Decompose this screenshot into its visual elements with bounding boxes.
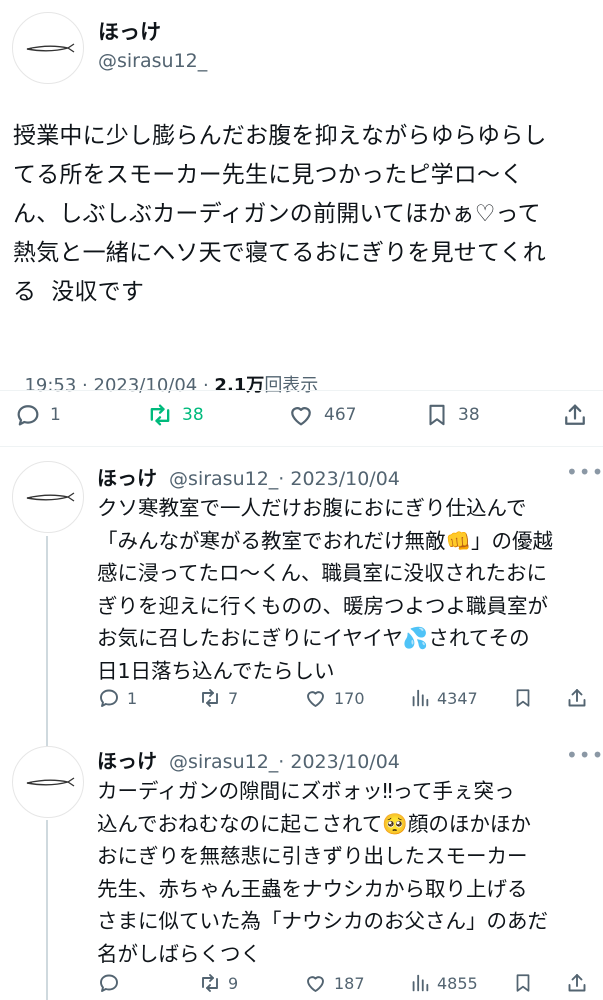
retweet-count: 7 (228, 688, 239, 708)
reply-line: 先生、赤ちゃん王蟲をナウシカから取り上げる (97, 876, 528, 901)
bookmark-icon (516, 974, 530, 992)
author-handle[interactable]: @sirasu12_ (98, 50, 207, 72)
retweet-icon (202, 689, 218, 707)
tweet-time[interactable]: 19:53 (24, 375, 76, 396)
bookmark-icon (516, 689, 530, 707)
tweet-line: ん、しぶしぶカーディガンの前開いてほかぁ♡って (13, 201, 541, 227)
author-handle[interactable]: @sirasu12_ (169, 468, 278, 490)
reply-button[interactable]: 1 (97, 686, 137, 710)
reply-date[interactable]: · 2023/10/04 (278, 468, 400, 490)
divider (0, 446, 603, 447)
meta-separator: · (197, 375, 215, 396)
views-button[interactable]: 4347 (409, 686, 478, 710)
reply-count: 1 (127, 688, 138, 708)
bookmark-button[interactable] (512, 971, 534, 995)
like-button[interactable]: 187 (303, 971, 365, 995)
share-button[interactable] (565, 971, 589, 995)
retweet-icon (150, 404, 170, 426)
analytics-icon (412, 689, 429, 707)
author-name[interactable]: ほっけ (97, 466, 157, 490)
reply-line: 「みんなが寒がる教室でおれだけ無敵👊」の優越 (97, 528, 554, 553)
reply-header: ほっけ @sirasu12_· 2023/10/04 (97, 745, 400, 774)
reply-body: カーディガンの隙間にズボォッ‼って手ぇ突っ 込んでおねむなのに起こされて🥺顔のほ… (97, 775, 597, 970)
reply-header: ほっけ @sirasu12_· 2023/10/04 (97, 462, 400, 491)
retweet-count: 9 (228, 973, 239, 993)
bookmark-icon (429, 404, 445, 426)
tweet-line: 授業中に少し膨らんだお腹を抑えながらゆらゆらし (13, 123, 547, 149)
reply-body: クソ寒教室で一人だけお腹におにぎり仕込んで 「みんなが寒がる教室でおれだけ無敵👊… (97, 492, 597, 687)
reply-count: 1 (50, 405, 61, 425)
tweet-line: てる所をスモーカー先生に見つかったピ学ロ〜く (13, 162, 524, 188)
reply-line: お気に召したおにぎりにイヤイヤ💦されてその (97, 626, 530, 650)
fish-icon (26, 492, 75, 502)
share-icon (565, 404, 585, 425)
meta-separator: · (76, 375, 94, 396)
tweet-date[interactable]: 2023/10/04 (94, 375, 198, 396)
bookmark-button[interactable] (512, 686, 534, 710)
view-count: 4347 (437, 688, 478, 708)
reply-line: 名がしばらくつく (97, 941, 261, 966)
bookmark-button[interactable]: 38 (424, 401, 480, 429)
retweet-button[interactable]: 9 (198, 971, 238, 995)
tweet-line: る 没収です (13, 279, 145, 305)
author-handle[interactable]: @sirasu12_ (169, 751, 278, 773)
avatar[interactable] (12, 12, 84, 84)
heart-icon (307, 691, 324, 707)
like-count: 467 (324, 405, 357, 425)
thread-line (46, 820, 48, 1000)
analytics-icon (412, 974, 429, 992)
retweet-button[interactable]: 38 (146, 401, 204, 429)
bookmark-count: 38 (458, 405, 480, 425)
share-button[interactable] (561, 401, 589, 429)
tweet-body: 授業中に少し膨らんだお腹を抑えながらゆらゆらし てる所をスモーカー先生に見つかっ… (13, 117, 593, 312)
avatar[interactable] (12, 461, 84, 533)
view-count: 4855 (437, 973, 478, 993)
reply-line: 日1日落ち込んでたらしい (97, 658, 335, 683)
reply-line: クソ寒教室で一人だけお腹におにぎり仕込んで (97, 496, 527, 520)
avatar[interactable] (12, 746, 84, 818)
fish-icon (26, 777, 75, 787)
reply-line: ぎりを迎えに行くものの、暖房つよつよ職員室が (97, 593, 548, 618)
tweet-line: 熱気と一緒にヘソ天で寝てるおにぎりを見せてくれ (13, 240, 546, 266)
reply-icon (100, 974, 118, 992)
thread-line (46, 536, 48, 752)
reply-button[interactable]: 1 (14, 401, 61, 429)
like-button[interactable]: 170 (303, 686, 365, 710)
retweet-icon (202, 974, 218, 992)
like-count: 170 (334, 688, 365, 708)
share-icon (568, 974, 586, 992)
more-options-icon[interactable]: ••• (566, 460, 603, 484)
view-label: 回表示 (264, 375, 319, 396)
reply-button[interactable] (97, 971, 127, 995)
author-name[interactable]: ほっけ (98, 16, 161, 46)
retweet-button[interactable]: 7 (198, 686, 238, 710)
author-name[interactable]: ほっけ (97, 749, 157, 773)
reply-line: 込んでおねむなのに起こされて🥺顔のほかほか (97, 811, 531, 836)
reply-icon (17, 405, 39, 426)
reply-line: 感に浸ってたロ〜くん、職員室に没収されたおに (97, 561, 547, 585)
retweet-count: 38 (182, 405, 204, 425)
view-count: 2.1万 (214, 375, 265, 396)
reply-line: おにぎりを無慈悲に引きずり出したスモーカー (97, 844, 528, 868)
heart-icon (291, 407, 311, 426)
reply-date[interactable]: · 2023/10/04 (278, 751, 400, 773)
like-button[interactable]: 467 (286, 401, 356, 429)
fish-icon (26, 43, 75, 53)
more-options-icon[interactable]: ••• (566, 743, 603, 767)
views-button[interactable]: 4855 (409, 971, 478, 995)
share-icon (568, 689, 586, 707)
heart-icon (307, 976, 324, 992)
reply-line: さまに似ていた為「ナウシカのお父さん」のあだ (97, 909, 548, 933)
like-count: 187 (334, 973, 365, 993)
reply-icon (100, 689, 118, 707)
divider (0, 390, 603, 391)
reply-line: カーディガンの隙間にズボォッ‼って手ぇ突っ (97, 779, 515, 803)
share-button[interactable] (565, 686, 589, 710)
